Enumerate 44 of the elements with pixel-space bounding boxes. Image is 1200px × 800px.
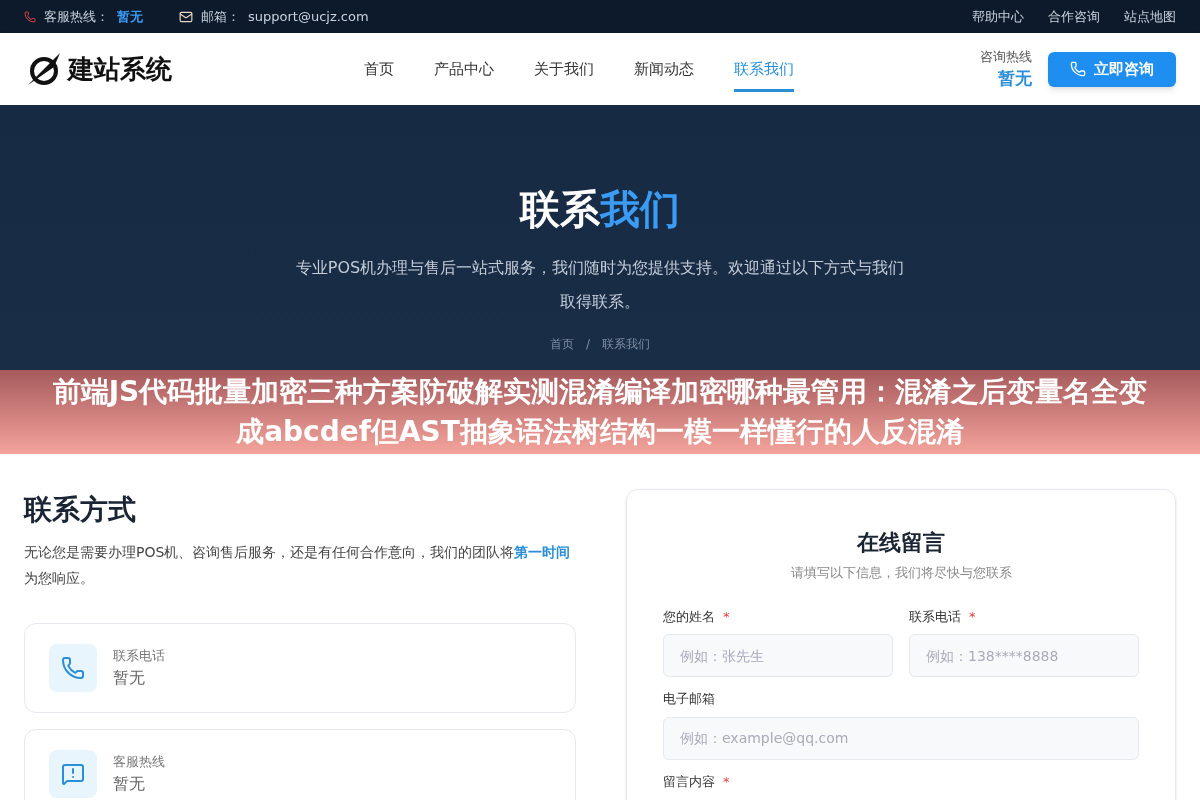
phone-icon — [61, 656, 85, 680]
card-value: 暂无 — [113, 772, 146, 795]
breadcrumb-link[interactable]: 首页 — [549, 335, 574, 353]
banner-text: 前端JS代码批量加密三种方案防破解实测混淆编译加密哪种最管用：混淆之后变量名全变成abcdef但AST抽象语法树结构一模一样懂行的人反混淆 — [51, 374, 1149, 450]
phone-icon — [1070, 61, 1086, 77]
top-link[interactable]: 合作咨询 — [1048, 6, 1100, 27]
field-label: 电子邮箱 — [663, 690, 715, 708]
hero-subtitle: 专业POS机办理与售后一站式服务，我们随时为您提供支持。欢迎通过以下方式与我们取得联系。 — [294, 257, 906, 313]
nav-tab[interactable]: 新闻动态 — [634, 46, 694, 92]
section-title: 联系方式 — [24, 492, 137, 528]
required-mark: * — [969, 607, 976, 626]
hero-title: 联系我们 — [520, 185, 680, 234]
field-label: 联系电话 — [909, 607, 961, 626]
field-label: 您的姓名 — [663, 607, 715, 626]
card-label: 客服热线 — [113, 753, 165, 772]
input-field[interactable]: 例如：example@qq.com — [663, 716, 1139, 760]
required-mark: * — [723, 772, 730, 791]
nav-tab[interactable]: 关于我们 — [534, 46, 594, 92]
input-field[interactable]: 例如：138****8888 — [909, 634, 1139, 677]
card-label: 联系电话 — [113, 647, 165, 666]
card-value: 暂无 — [113, 666, 146, 689]
email-label: 邮箱： — [201, 7, 240, 26]
breadcrumb-current: 联系我们 — [602, 336, 650, 353]
breadcrumb-separator: / — [585, 336, 590, 353]
form-subtitle: 请填写以下信息，我们将尽快与您联系 — [789, 564, 1013, 582]
phone-icon — [24, 10, 36, 23]
intro-text: 无论您是需要办理POS机、咨询售后服务，还是有任何合作意向，我们的团队将第一时间为您响应。 — [24, 543, 572, 588]
hotline-value: 暂无 — [998, 67, 1032, 90]
hotline-label: 客服热线： — [44, 7, 109, 26]
top-link[interactable]: 站点地图 — [1124, 6, 1176, 27]
message-icon — [61, 762, 85, 786]
nav-tab[interactable]: 联系我们 — [734, 46, 794, 92]
hotline-value: 暂无 — [117, 7, 143, 26]
input-field[interactable]: 例如：张先生 — [663, 634, 893, 677]
logo-text: 建站系统 — [68, 52, 172, 86]
nav-tab[interactable]: 首页 — [364, 46, 394, 92]
nav-tab[interactable]: 产品中心 — [434, 46, 494, 92]
field-label: 留言内容 — [663, 772, 715, 791]
mail-icon — [179, 9, 193, 24]
required-mark: * — [723, 607, 730, 626]
hotline-label: 咨询热线 — [980, 47, 1032, 66]
email-value: support@ucjz.com — [248, 7, 369, 26]
top-link[interactable]: 帮助中心 — [972, 6, 1024, 27]
form-title: 在线留言 — [856, 529, 946, 557]
